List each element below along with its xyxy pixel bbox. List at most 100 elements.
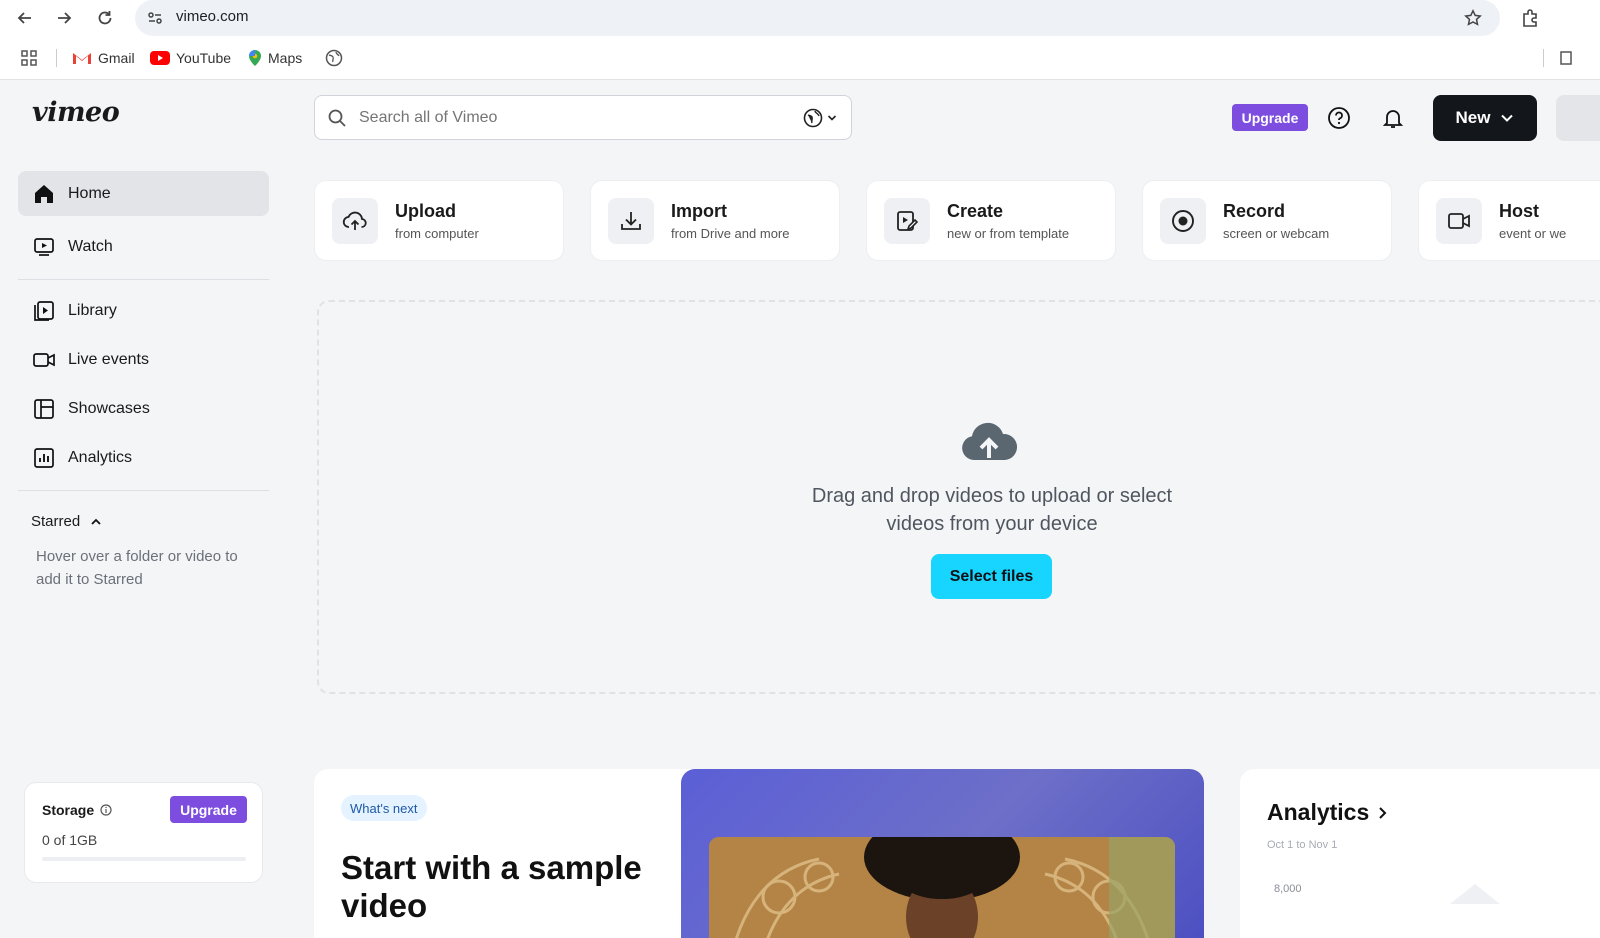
starred-hint: Hover over a folder or video to add it t… — [36, 548, 238, 588]
notifications-bell-icon[interactable] — [1380, 105, 1406, 131]
sidebar-item-showcases[interactable]: Showcases — [18, 386, 269, 431]
card-title: Record — [1223, 201, 1286, 221]
bookmark-youtube[interactable]: YouTube — [150, 48, 231, 68]
chevron-down-icon — [1501, 114, 1514, 122]
search-icon — [327, 108, 347, 133]
analytics-icon — [32, 446, 56, 470]
youtube-icon — [150, 51, 170, 65]
help-icon[interactable] — [1326, 105, 1352, 131]
forward-icon[interactable] — [52, 6, 76, 30]
bookmark-maps[interactable]: Maps — [248, 48, 302, 68]
record-card[interactable]: Record screen or webcam — [1142, 180, 1392, 261]
bookmark-label: Maps — [268, 50, 303, 66]
globe-icon — [325, 49, 343, 67]
sidebar-item-watch[interactable]: Watch — [18, 224, 269, 269]
new-button[interactable]: New — [1433, 95, 1537, 141]
analytics-chart-peak — [1450, 884, 1500, 904]
import-card[interactable]: Import from Drive and more — [590, 180, 840, 261]
new-button-label: New — [1455, 108, 1491, 127]
info-icon[interactable] — [100, 804, 112, 816]
bookmark-label: Gmail — [98, 50, 135, 66]
address-bar[interactable]: vimeo.com — [135, 0, 1500, 36]
card-subtitle: screen or webcam — [1223, 226, 1330, 241]
select-files-button[interactable]: Select files — [931, 554, 1052, 599]
dropzone-text: Drag and drop videos to upload or select… — [811, 485, 1173, 535]
all-bookmarks-icon[interactable] — [1558, 48, 1572, 68]
sidebar-item-home[interactable]: Home — [18, 171, 269, 216]
search-bar[interactable] — [314, 95, 852, 140]
live-events-icon — [32, 348, 56, 372]
host-video-icon — [1436, 198, 1482, 244]
card-subtitle: new or from template — [947, 226, 1070, 241]
card-subtitle: from computer — [395, 226, 479, 241]
bookmarks-bar: Gmail YouTube Maps — [0, 36, 1600, 80]
sample-video-thumbnail[interactable] — [709, 837, 1175, 938]
site-settings-icon[interactable] — [145, 8, 165, 28]
chevron-up-icon — [91, 518, 101, 525]
account-button[interactable] — [1556, 95, 1600, 141]
storage-progress-bar — [42, 857, 246, 861]
starred-section-toggle[interactable]: Starred — [31, 513, 102, 530]
create-card[interactable]: Create new or from template — [866, 180, 1116, 261]
upload-cloud-icon — [332, 198, 378, 244]
showcases-icon — [32, 397, 56, 421]
storage-label-text: Storage — [42, 802, 95, 818]
starred-heading: Starred — [31, 513, 81, 530]
card-subtitle: from Drive and more — [671, 226, 790, 241]
bookmark-star-icon[interactable] — [1462, 7, 1484, 29]
sidebar-divider — [18, 279, 269, 280]
bookmarks-divider — [56, 49, 57, 67]
analytics-title-text: Analytics — [1267, 799, 1370, 825]
gmail-icon — [73, 53, 91, 64]
storage-upgrade-button[interactable]: Upgrade — [170, 796, 247, 823]
download-icon — [608, 198, 654, 244]
sidebar-divider — [18, 490, 269, 491]
analytics-date-range: Oct 1 to Nov 1 — [1267, 839, 1338, 851]
sidebar-item-live-events[interactable]: Live events — [18, 337, 269, 382]
create-edit-icon — [884, 198, 930, 244]
analytics-card-title[interactable]: Analytics — [1267, 799, 1389, 826]
sidebar-item-label: Showcases — [68, 399, 150, 417]
storage-value: 0 of 1GB — [42, 832, 98, 848]
library-icon — [32, 299, 56, 323]
reload-icon[interactable] — [93, 6, 117, 30]
card-title: Create — [947, 201, 1004, 221]
sidebar-item-label: Home — [68, 184, 111, 202]
chevron-down-icon — [827, 115, 837, 121]
card-subtitle: event or we — [1499, 226, 1567, 241]
chevron-right-icon — [1379, 806, 1387, 819]
upload-card[interactable]: Upload from computer — [314, 180, 564, 261]
storage-card: Storage Upgrade 0 of 1GB — [24, 782, 263, 883]
url-text[interactable]: vimeo.com — [176, 8, 249, 25]
sidebar-item-library[interactable]: Library — [18, 288, 269, 333]
home-icon — [32, 182, 56, 206]
search-scope-dropdown[interactable] — [803, 108, 837, 128]
sidebar-item-label: Analytics — [68, 448, 133, 466]
bookmark-gmail[interactable]: Gmail — [72, 48, 135, 68]
analytics-y-tick: 8,000 — [1274, 883, 1302, 895]
analytics-card: Analytics Oct 1 to Nov 1 8,000 — [1240, 769, 1600, 938]
maps-icon — [249, 50, 261, 66]
sidebar-item-label: Live events — [68, 350, 149, 368]
card-title: Upload — [395, 201, 456, 221]
watch-icon — [32, 235, 56, 259]
card-title: Import — [671, 201, 727, 221]
browser-toolbar: vimeo.com — [0, 0, 1600, 36]
extensions-icon[interactable] — [1518, 6, 1542, 30]
upload-dropzone[interactable]: Drag and drop videos to upload or select… — [317, 300, 1600, 694]
sidebar-item-label: Library — [68, 301, 117, 319]
upgrade-button[interactable]: Upgrade — [1232, 104, 1308, 131]
host-card[interactable]: Host event or we — [1418, 180, 1600, 261]
apps-grid-icon[interactable] — [20, 48, 38, 68]
bookmark-globe[interactable] — [325, 48, 343, 68]
bookmarks-divider — [1543, 49, 1544, 67]
sample-video-preview[interactable] — [681, 769, 1204, 938]
record-icon — [1160, 198, 1206, 244]
back-icon[interactable] — [13, 6, 37, 30]
whats-next-badge: What's next — [341, 795, 427, 821]
storage-label: Storage — [42, 802, 112, 818]
whats-next-card: What's next Start with a sample video — [314, 769, 1204, 938]
vimeo-logo[interactable]: vimeo — [32, 97, 120, 128]
sidebar-item-analytics[interactable]: Analytics — [18, 435, 269, 480]
search-input[interactable] — [359, 107, 779, 129]
